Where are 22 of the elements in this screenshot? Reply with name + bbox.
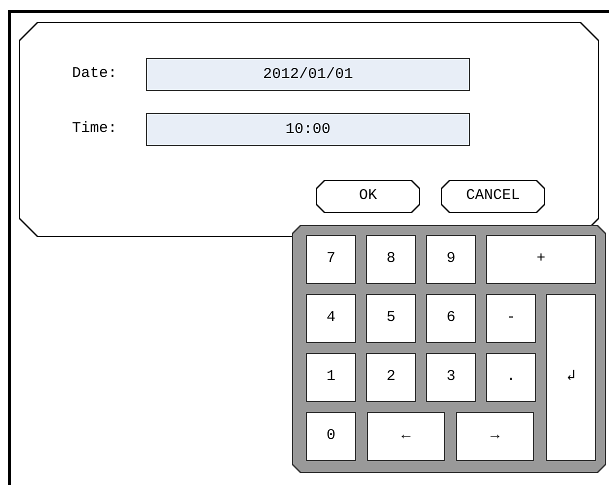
dialog-button[interactable]: CANCEL [441,180,545,213]
keypad-key[interactable]: 9 [426,235,476,284]
keypad-key[interactable]: 7 [306,235,356,284]
dialog-button[interactable]: OK [316,180,420,213]
keypad-key[interactable]: 3 [426,353,476,402]
keypad-key[interactable]: 5 [366,294,416,343]
keypad-key[interactable]: 1 [306,353,356,402]
keypad-key[interactable]: 2 [366,353,416,402]
keypad-key[interactable]: - [486,294,536,343]
keypad-key[interactable]: . [486,353,536,402]
field-label: Time: [72,119,118,140]
keypad-key[interactable]: 6 [426,294,476,343]
field-label: Date: [72,64,118,84]
keypad-key[interactable]: ↲ [546,294,596,461]
input-field[interactable]: 2012/01/01 [146,58,470,91]
keypad-key[interactable]: + [486,235,596,284]
keypad-key[interactable]: ← [367,412,445,461]
input-field[interactable]: 10:00 [146,113,470,146]
keypad-key[interactable]: 0 [306,412,356,461]
keypad-key[interactable]: 4 [306,294,356,343]
keypad-key[interactable]: → [456,412,534,461]
keypad-key[interactable]: 8 [366,235,416,284]
